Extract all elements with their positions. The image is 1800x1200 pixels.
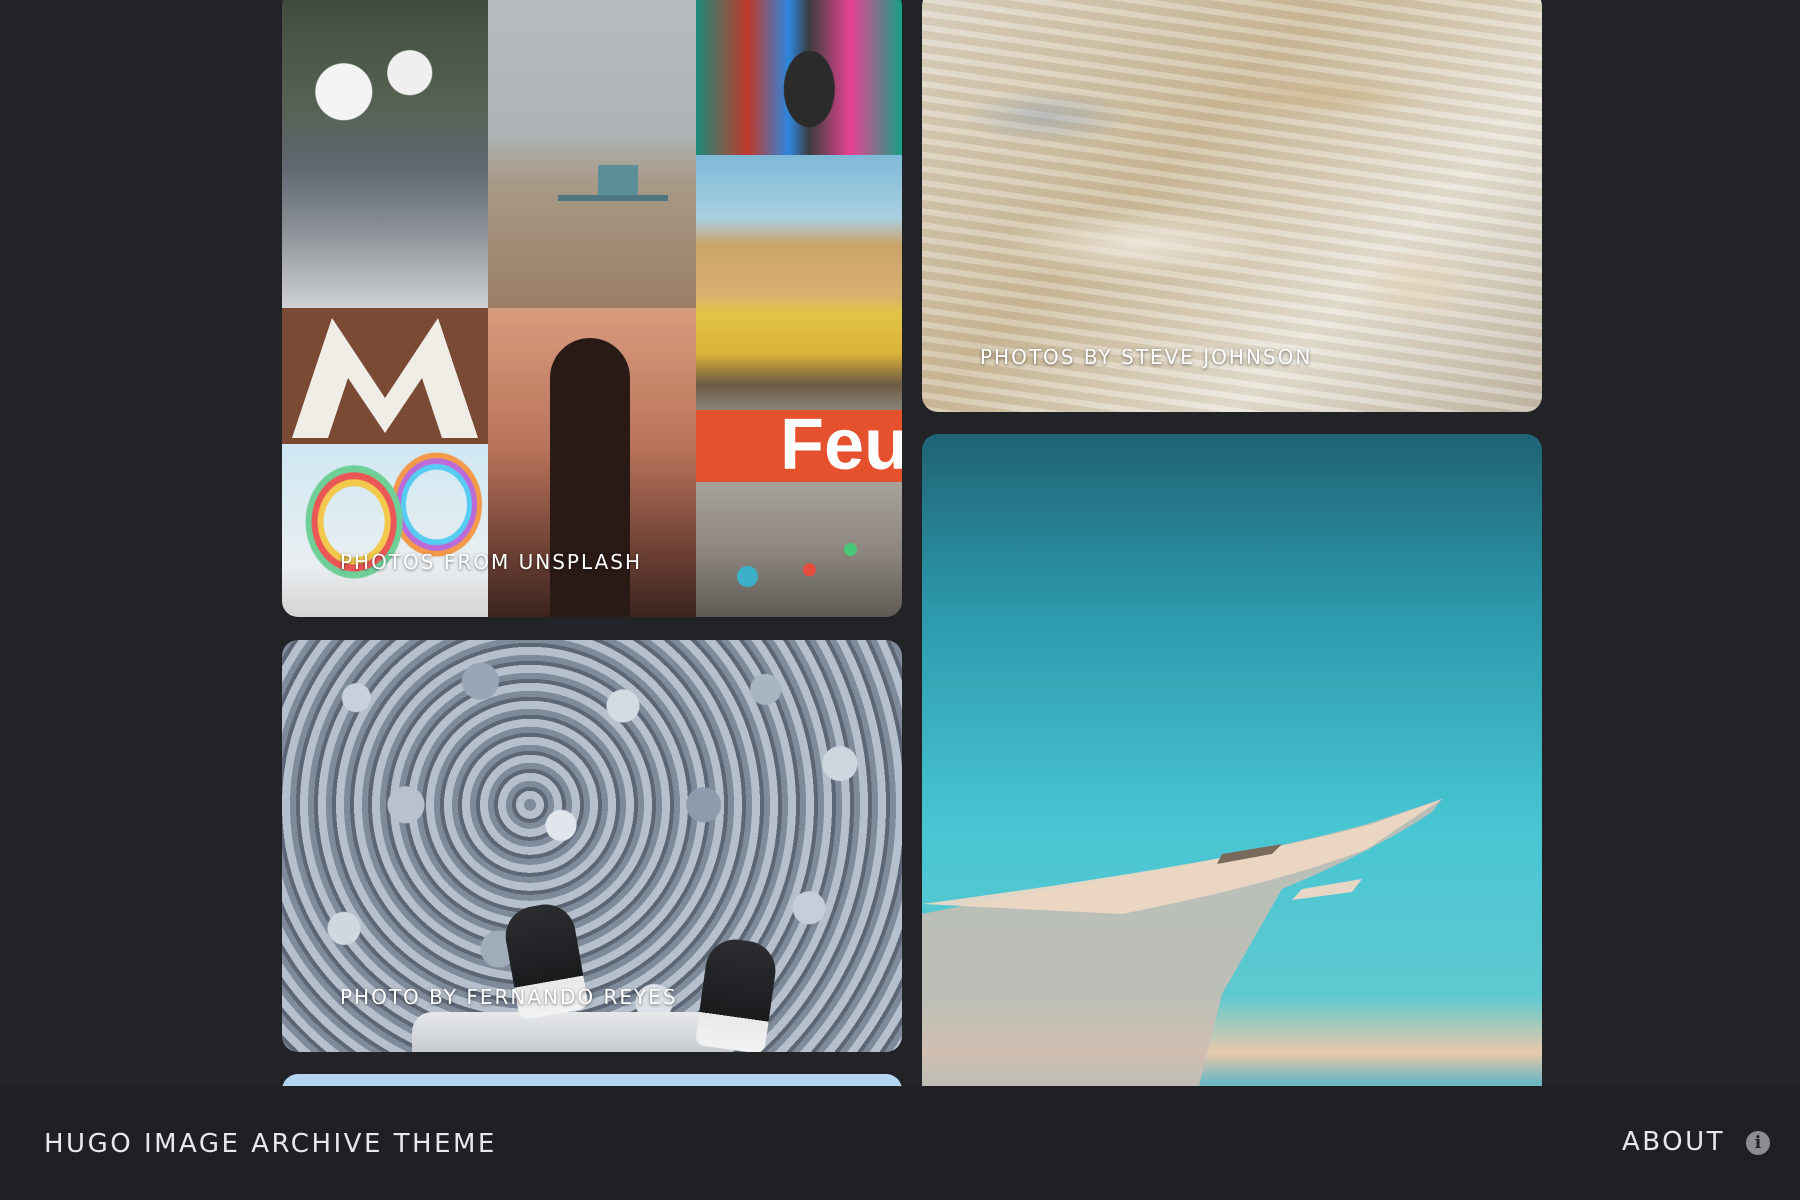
gallery: Feu PHOTOS FROM UNSPLASH PHOTOS BY STEVE… (0, 0, 1800, 1086)
photo-detail-shoe-right (694, 935, 780, 1052)
collage-photo-truck (696, 155, 902, 410)
site-title-link[interactable]: HUGO IMAGE ARCHIVE THEME (44, 1129, 497, 1159)
plane-wing-illustration (922, 799, 1442, 1086)
collage-photo-masks (282, 0, 488, 308)
collage-photo-graffiti-tunnel (696, 0, 902, 155)
collage-photo-logo (282, 308, 488, 444)
photo-detail-pants (412, 1012, 732, 1052)
collage-sign-text: Feu (780, 410, 902, 482)
about-link[interactable]: ABOUT (1622, 1127, 1725, 1157)
collage-photo-street (696, 482, 902, 617)
collage-photo-lifeguard (488, 0, 696, 308)
logo-mark-icon (292, 318, 478, 438)
collage-photo-sign: Feu (696, 410, 902, 482)
card-caption: PHOTOS BY STEVE JOHNSON (980, 345, 1313, 369)
gallery-card-steve-johnson[interactable]: PHOTOS BY STEVE JOHNSON (922, 0, 1542, 412)
card-caption: PHOTOS FROM UNSPLASH (340, 550, 642, 574)
info-icon[interactable]: i (1746, 1131, 1770, 1155)
collage-photo-slinky (282, 444, 488, 617)
card-caption: PHOTO BY FERNANDO REYES (340, 985, 678, 1009)
gallery-card-unsplash[interactable]: Feu PHOTOS FROM UNSPLASH (282, 0, 902, 617)
site-footer: HUGO IMAGE ARCHIVE THEME ABOUT i (0, 1086, 1800, 1200)
gallery-card-partial[interactable] (282, 1074, 902, 1086)
gallery-card-fernando-reyes[interactable]: PHOTO BY FERNANDO REYES (282, 640, 902, 1052)
gallery-card-plane-wing[interactable] (922, 434, 1542, 1086)
